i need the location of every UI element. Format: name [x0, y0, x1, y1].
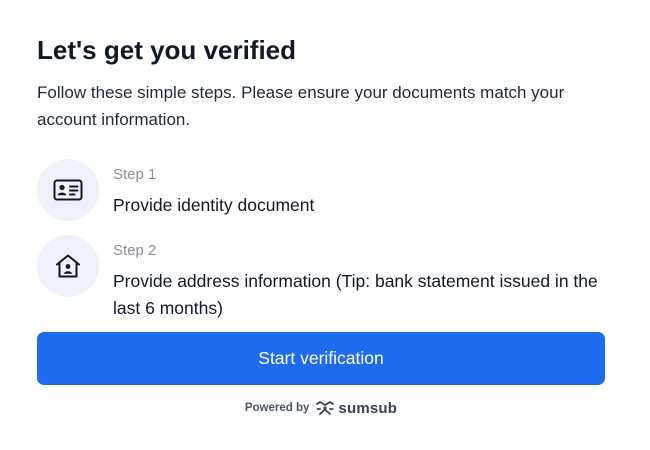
brand-name: sumsub — [338, 399, 398, 417]
id-card-icon — [37, 159, 99, 221]
step-label: Step 2 — [113, 242, 157, 259]
powered-by-label: Powered by — [244, 402, 310, 414]
verification-card: Let's get you verified Follow these simp… — [37, 0, 605, 450]
start-verification-button[interactable]: Start verification — [37, 332, 605, 385]
step-description: Provide identity document — [113, 195, 315, 215]
home-icon — [37, 235, 99, 297]
page-subtitle: Follow these simple steps. Please ensure… — [37, 83, 565, 129]
step-label: Step 1 — [113, 166, 157, 183]
sumsub-logo-icon — [316, 401, 335, 415]
page-title: Let's get you verified — [37, 35, 297, 65]
step-description: Provide address information (Tip: bank s… — [113, 271, 598, 318]
powered-by-footer: Powered by sumsub — [37, 398, 605, 418]
